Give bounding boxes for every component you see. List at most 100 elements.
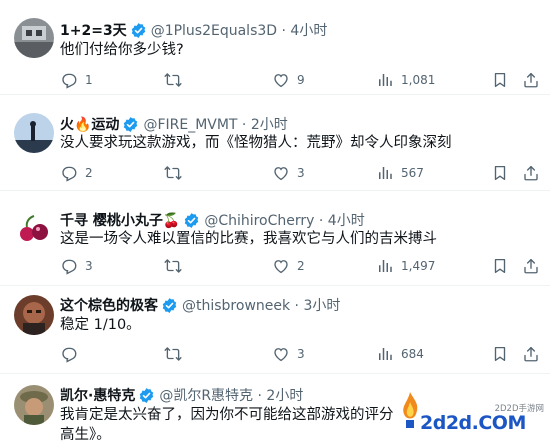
tweet-text: 稳定 1/10。 — [60, 317, 141, 333]
share-icon — [522, 345, 540, 363]
like-button[interactable]: 3 — [272, 163, 305, 183]
verified-badge-icon — [138, 387, 155, 404]
tweet-header: 凯尔·惠特克 @凯尔R惠特克 · 2小时 — [60, 385, 303, 405]
share-button[interactable] — [522, 256, 540, 276]
share-icon — [522, 164, 540, 182]
display-name[interactable]: 这个棕色的极客 — [60, 295, 158, 315]
views-icon — [376, 164, 394, 182]
like-button[interactable]: 3 — [272, 344, 305, 364]
like-count: 2 — [297, 259, 305, 273]
handle-and-time[interactable]: @thisbrowneek · 3小时 — [182, 295, 340, 315]
share-icon — [522, 257, 540, 275]
retweet-icon — [164, 71, 182, 89]
retweet-button[interactable] — [164, 70, 189, 90]
avatar[interactable] — [14, 295, 54, 335]
action-bar: 3 684 — [60, 344, 540, 364]
reply-count: 2 — [85, 166, 93, 180]
verified-badge-icon — [130, 22, 147, 39]
tweet-4[interactable]: 这个棕色的极客 @thisbrowneek · 3小时 稳定 1/10。 3 6… — [0, 287, 550, 374]
reply-button[interactable] — [60, 344, 85, 364]
bookmark-icon — [491, 164, 509, 182]
retweet-icon — [164, 257, 182, 275]
display-name[interactable]: 火🔥运动 — [60, 114, 119, 134]
views-icon — [376, 257, 394, 275]
bookmark-button[interactable] — [491, 256, 509, 276]
like-count: 9 — [297, 73, 305, 87]
flame-logo-icon — [403, 392, 418, 428]
view-count: 1,497 — [401, 259, 436, 273]
view-count: 1,081 — [401, 73, 436, 87]
like-icon — [272, 71, 290, 89]
bookmark-button[interactable] — [491, 70, 509, 90]
site-watermark: 2D2D手游网 2d2d.COM — [398, 388, 550, 444]
view-count: 567 — [401, 166, 424, 180]
reply-button[interactable]: 1 — [60, 70, 93, 90]
tweet-text: 这是一场令人难以置信的比赛，我喜欢它与人们的吉米搏斗 — [60, 231, 437, 247]
watermark-domain: 2d2d.COM — [420, 412, 526, 434]
verified-badge-icon — [161, 297, 178, 314]
tweet-header: 这个棕色的极客 @thisbrowneek · 3小时 — [60, 295, 340, 315]
avatar[interactable] — [14, 385, 54, 425]
share-button[interactable] — [522, 344, 540, 364]
reply-icon — [60, 164, 78, 182]
retweet-button[interactable] — [164, 256, 189, 276]
bookmark-button[interactable] — [491, 344, 509, 364]
bookmark-icon — [491, 71, 509, 89]
like-count: 3 — [297, 166, 305, 180]
share-icon — [522, 71, 540, 89]
tweet-1[interactable]: 1+2=3天 @1Plus2Equals3D · 4小时 他们付给你多少钱? 1… — [0, 0, 550, 95]
reply-button[interactable]: 2 — [60, 163, 93, 183]
reply-button[interactable]: 3 — [60, 256, 93, 276]
like-icon — [272, 164, 290, 182]
avatar[interactable] — [14, 18, 54, 58]
handle-and-time[interactable]: @1Plus2Equals3D · 4小时 — [151, 20, 328, 40]
verified-badge-icon — [122, 116, 139, 133]
like-button[interactable]: 2 — [272, 256, 305, 276]
share-button[interactable] — [522, 163, 540, 183]
tweet-header: 千寻 樱桃小丸子🍒 @ChihiroCherry · 4小时 — [60, 210, 365, 230]
display-name[interactable]: 1+2=3天 — [60, 20, 127, 40]
action-bar: 1 9 1,081 — [60, 70, 540, 90]
retweet-button[interactable] — [164, 344, 189, 364]
display-name[interactable]: 千寻 樱桃小丸子🍒 — [60, 210, 180, 230]
reply-count: 3 — [85, 259, 93, 273]
verified-badge-icon — [183, 212, 200, 229]
share-button[interactable] — [522, 70, 540, 90]
bookmark-icon — [491, 257, 509, 275]
bookmark-icon — [491, 345, 509, 363]
tweet-header: 1+2=3天 @1Plus2Equals3D · 4小时 — [60, 20, 327, 40]
avatar[interactable] — [14, 113, 54, 153]
like-icon — [272, 257, 290, 275]
action-bar: 2 3 567 — [60, 163, 540, 183]
retweet-icon — [164, 345, 182, 363]
reply-icon — [60, 257, 78, 275]
reply-icon — [60, 71, 78, 89]
handle-and-time[interactable]: @FIRE_MVMT · 2小时 — [143, 114, 287, 134]
tweet-text: 他们付给你多少钱? — [60, 42, 184, 58]
handle-and-time[interactable]: @凯尔R惠特克 · 2小时 — [159, 385, 303, 405]
handle-and-time[interactable]: @ChihiroCherry · 4小时 — [204, 210, 364, 230]
retweet-icon — [164, 164, 182, 182]
view-count: 684 — [401, 347, 424, 361]
views-button[interactable]: 684 — [376, 344, 424, 364]
action-bar: 3 2 1,497 — [60, 256, 540, 276]
like-button[interactable]: 9 — [272, 70, 305, 90]
tweet-2[interactable]: 火🔥运动 @FIRE_MVMT · 2小时 没人要求玩这款游戏，而《怪物猎人：荒… — [0, 96, 550, 191]
tweet-text: 没人要求玩这款游戏，而《怪物猎人：荒野》却令人印象深刻 — [60, 135, 452, 151]
tweet-text: 我肯定是太兴奋了，因为你不可能给这部游戏的评分高生》。 — [60, 407, 394, 443]
reply-count: 1 — [85, 73, 93, 87]
retweet-button[interactable] — [164, 163, 189, 183]
like-count: 3 — [297, 347, 305, 361]
views-icon — [376, 345, 394, 363]
views-button[interactable]: 1,497 — [376, 256, 435, 276]
tweet-3[interactable]: 千寻 樱桃小丸子🍒 @ChihiroCherry · 4小时 这是一场令人难以置… — [0, 192, 550, 286]
reply-icon — [60, 345, 78, 363]
like-icon — [272, 345, 290, 363]
views-icon — [376, 71, 394, 89]
avatar[interactable] — [14, 209, 54, 249]
views-button[interactable]: 1,081 — [376, 70, 435, 90]
views-button[interactable]: 567 — [376, 163, 424, 183]
tweet-header: 火🔥运动 @FIRE_MVMT · 2小时 — [60, 114, 288, 134]
display-name[interactable]: 凯尔·惠特克 — [60, 385, 135, 405]
bookmark-button[interactable] — [491, 163, 509, 183]
